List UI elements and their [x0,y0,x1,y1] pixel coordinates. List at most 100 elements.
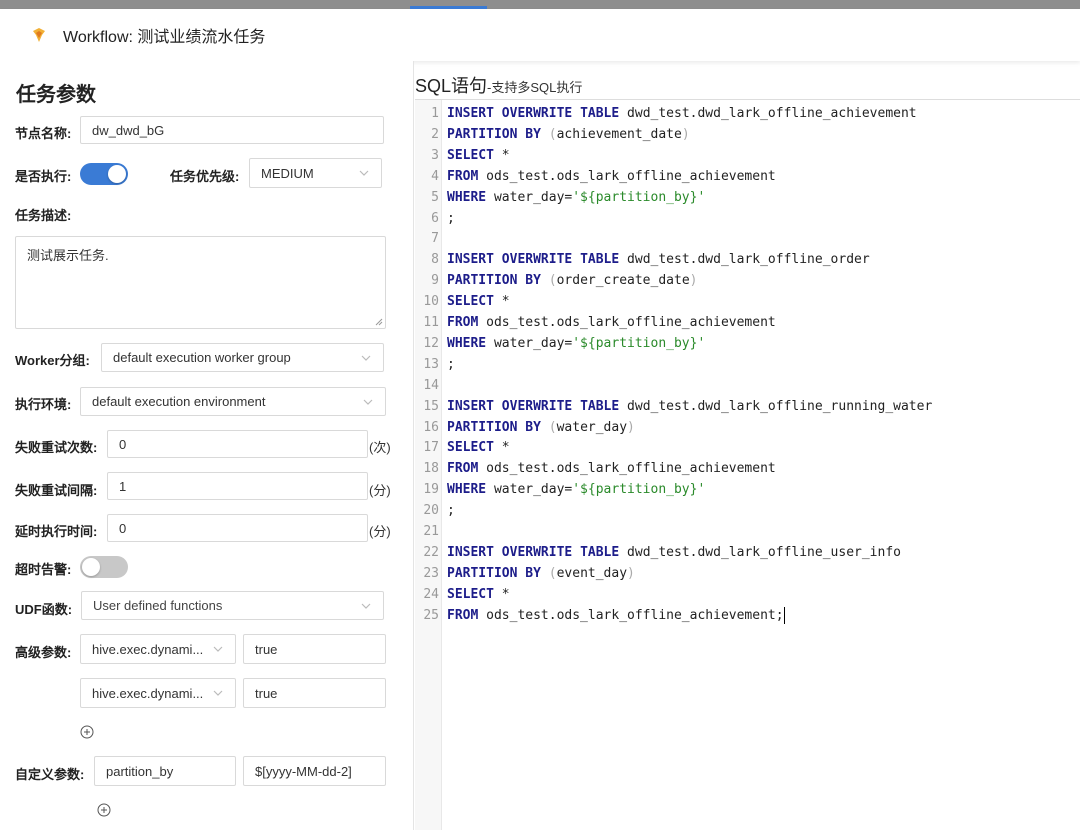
custom-params-label: 自定义参数: [15,767,85,782]
custom-param-key-input[interactable]: partition_by [94,756,236,786]
line-number: 19 [423,482,439,498]
line-number: 16 [423,419,439,435]
description-value: 测试展示任务. [27,248,109,263]
code-text[interactable]: SELECT * [447,145,510,166]
advanced-param-key-select[interactable]: hive.exec.dynami... [80,634,236,664]
line-number: 7 [431,231,439,247]
line-number: 18 [423,461,439,477]
execute-toggle[interactable] [80,163,128,185]
code-text[interactable]: ; [447,208,455,229]
chevron-down-icon [213,646,223,652]
worker-group-label: Worker分组: [15,353,90,368]
code-text[interactable]: INSERT OVERWRITE TABLE dwd_test.dwd_lark… [447,396,932,417]
line-number: 25 [423,607,439,623]
node-name-input[interactable]: dw_dwd_bG [80,116,384,144]
chevron-down-icon [361,355,371,361]
chevron-down-icon [361,603,371,609]
resize-grip-icon[interactable] [375,318,383,326]
line-number: 2 [431,126,439,142]
priority-label: 任务优先级: [170,169,240,184]
custom-param-value: $[yyyy-MM-dd-2] [255,763,352,779]
code-text[interactable]: INSERT OVERWRITE TABLE dwd_test.dwd_lark… [447,249,870,270]
code-text[interactable]: SELECT * [447,291,510,312]
line-number: 24 [423,586,439,602]
priority-value: MEDIUM [261,165,314,181]
line-number: 21 [423,524,439,539]
priority-select[interactable]: MEDIUM [249,158,382,188]
line-number: 22 [423,544,439,560]
timeout-alert-label: 超时告警: [15,562,72,577]
code-text[interactable]: ; [447,500,455,521]
line-number: 1 [431,106,439,121]
execute-label: 是否执行: [15,169,72,184]
udf-select[interactable]: User defined functions [81,591,384,620]
advanced-param-value-input[interactable]: true [243,634,386,664]
code-text[interactable]: ; [447,354,455,375]
line-number: 14 [423,377,439,393]
worker-group-value: default execution worker group [113,350,291,365]
section-title: 任务参数 [16,84,96,106]
retry-times-unit: (次) [369,440,391,455]
chevron-down-icon [359,170,369,176]
line-number: 8 [431,252,439,268]
code-text[interactable]: PARTITION BY (water_day) [447,417,635,438]
retry-interval-label: 失败重试间隔: [15,483,98,498]
sql-editor[interactable]: 1 INSERT OVERWRITE TABLE dwd_test.dwd_lar… [415,99,1080,830]
line-number: 20 [423,503,439,519]
code-text[interactable]: PARTITION BY (achievement_date) [447,124,690,145]
custom-param-key: partition_by [106,763,174,779]
sql-subtitle: -支持多SQL执行 [487,80,583,95]
code-text[interactable]: FROM ods_test.ods_lark_offline_achieveme… [447,312,776,333]
code-text[interactable]: FROM ods_test.ods_lark_offline_achieveme… [447,458,776,479]
line-number: 10 [423,294,439,310]
advanced-param-key-select[interactable]: hive.exec.dynami... [80,678,236,708]
retry-interval-unit: (分) [369,483,391,498]
custom-param-value-input[interactable]: $[yyyy-MM-dd-2] [243,756,386,786]
environment-label: 执行环境: [15,397,72,412]
node-name-label: 节点名称: [15,126,72,141]
code-text[interactable]: FROM ods_test.ods_lark_offline_achieveme… [447,605,785,626]
line-number: 12 [423,335,439,351]
code-text[interactable]: INSERT OVERWRITE TABLE dwd_test.dwd_lark… [447,542,901,563]
line-number: 4 [431,168,439,184]
code-text[interactable]: INSERT OVERWRITE TABLE dwd_test.dwd_lark… [447,103,917,124]
line-number: 13 [423,356,439,372]
advanced-param-key: hive.exec.dynami... [92,685,204,701]
code-text[interactable]: FROM ods_test.ods_lark_offline_achieveme… [447,166,776,187]
retry-times-value: 0 [119,436,127,452]
delay-time-value: 0 [119,520,127,536]
code-text[interactable]: WHERE water_day='${partition_by}' [447,187,705,208]
code-text[interactable]: PARTITION BY (order_create_date) [447,270,697,291]
line-number: 5 [431,189,439,205]
worker-group-select[interactable]: default execution worker group [101,343,384,372]
advanced-param-value-input[interactable]: true [243,678,386,708]
advanced-param-value: true [255,641,278,657]
line-number: 3 [431,147,439,163]
add-custom-param-icon[interactable] [97,803,111,817]
retry-interval-input[interactable]: 1 [107,472,368,500]
retry-times-input[interactable]: 0 [107,430,368,458]
code-text[interactable]: SELECT * [447,437,510,458]
workflow-header: Workflow: 测试业绩流水任务 [0,9,1080,61]
line-number: 9 [431,273,439,289]
code-text[interactable]: PARTITION BY (event_day) [447,563,635,584]
add-advanced-param-icon[interactable] [80,725,94,739]
description-label: 任务描述: [15,208,72,223]
environment-select[interactable]: default execution environment [80,387,386,416]
code-text[interactable]: WHERE water_day='${partition_by}' [447,333,705,354]
text-cursor [783,606,785,624]
line-number: 6 [431,210,439,226]
workflow-title: Workflow: 测试业绩流水任务 [63,29,266,46]
description-textarea[interactable]: 测试展示任务. [15,236,386,329]
code-text[interactable]: WHERE water_day='${partition_by}' [447,479,705,500]
sql-title: SQL语句-支持多SQL执行 [415,72,582,98]
line-number: 11 [423,315,439,330]
delay-time-unit: (分) [369,524,391,539]
delay-time-input[interactable]: 0 [107,514,368,542]
code-text[interactable]: SELECT * [447,584,510,605]
timeout-alert-toggle[interactable] [80,556,128,578]
browser-top-strip [0,0,1080,9]
line-number: 23 [423,565,439,581]
workflow-logo-icon [33,28,45,42]
retry-times-label: 失败重试次数: [15,440,98,455]
